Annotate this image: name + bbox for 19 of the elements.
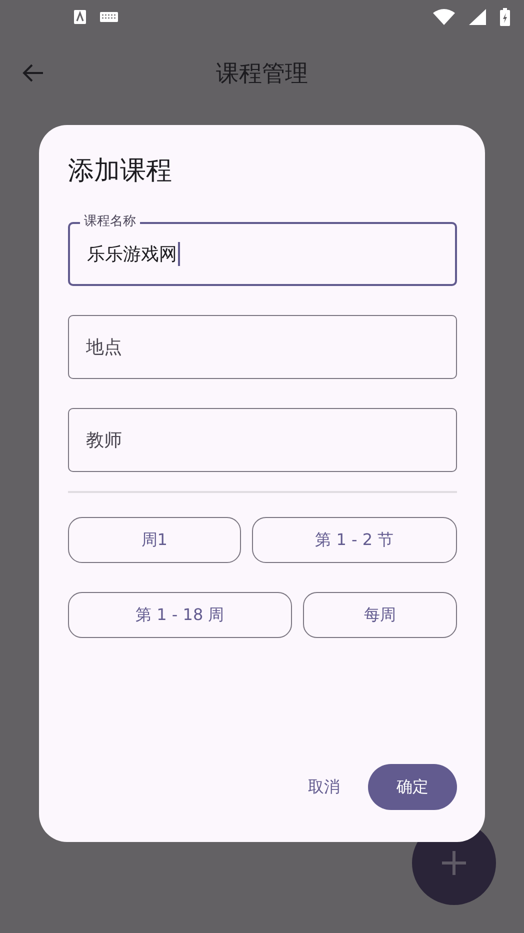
signal-icon <box>469 9 486 25</box>
picker-button[interactable]: 第 1 - 18 周 <box>68 592 292 638</box>
field-label: 课程名称 <box>80 213 140 230</box>
notification-icon <box>74 10 86 24</box>
field-label: 地点 <box>86 336 122 359</box>
plus-icon <box>442 851 466 875</box>
confirm-button[interactable]: 确定 <box>368 764 457 810</box>
picker-button[interactable]: 每周 <box>302 592 457 638</box>
field-label: 教师 <box>86 429 122 452</box>
cancel-button[interactable]: 取消 <box>292 766 356 808</box>
wifi-icon <box>433 9 455 25</box>
picker-button[interactable]: 第 1 - 2 节 <box>252 517 457 563</box>
picker-button[interactable]: 周1 <box>68 517 241 563</box>
screen-title: 课程管理 <box>216 60 308 88</box>
keyboard-icon <box>100 12 118 22</box>
dialog-title: 添加课程 <box>68 155 172 188</box>
battery-icon <box>500 8 510 26</box>
field-value: 乐乐游戏网 <box>87 242 180 266</box>
back-arrow-icon[interactable] <box>22 62 44 84</box>
